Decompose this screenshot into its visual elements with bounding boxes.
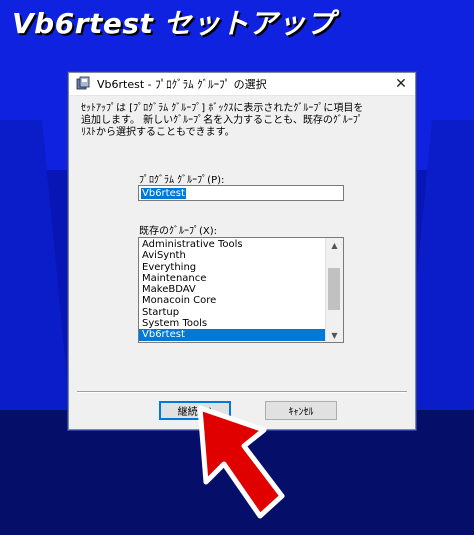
list-item[interactable]: System Tools [139,318,325,329]
program-group-input-value: Vb6rtest [141,187,186,199]
program-group-dialog: Vb6rtest - ﾌﾟﾛｸﾞﾗﾑ ｸﾞﾙｰﾌﾟ の選択 ✕ ｾｯﾄｱｯﾌﾟは… [68,72,416,430]
setup-screen-title: Vb6rtest セットアップ [12,7,335,40]
dialog-titlebar[interactable]: Vb6rtest - ﾌﾟﾛｸﾞﾗﾑ ｸﾞﾙｰﾌﾟ の選択 ✕ [69,73,415,96]
scroll-thumb[interactable] [328,268,340,310]
dialog-title: Vb6rtest - ﾌﾟﾛｸﾞﾗﾑ ｸﾞﾙｰﾌﾟ の選択 [97,78,267,91]
pointer-arrow-icon [197,405,285,519]
list-item[interactable]: Startup [139,307,325,318]
list-item[interactable]: AviSynth [139,250,325,261]
description-line-2: 追加します。 新しいｸﾞﾙｰﾌﾟ名を入力することも、既存のｸﾞﾙｰﾌﾟ [81,115,363,126]
list-item[interactable]: Everything [139,262,325,273]
list-item[interactable]: Maintenance [139,273,325,284]
dialog-description: ｾｯﾄｱｯﾌﾟは [ﾌﾟﾛｸﾞﾗﾑ ｸﾞﾙｰﾌﾟ] ﾎﾞｯｸｽに表示されたｸﾞﾙ… [81,103,403,139]
program-group-label: ﾌﾟﾛｸﾞﾗﾑ ｸﾞﾙｰﾌﾟ(P): [139,175,225,186]
existing-groups-label: 既存のｸﾞﾙｰﾌﾟ(X): [139,226,218,237]
dialog-separator [77,391,407,393]
list-item[interactable]: MakeBDAV [139,284,325,295]
description-line-3: ﾘｽﾄから選択することもできます。 [81,127,235,138]
list-item[interactable]: Vb6rtest [139,329,325,341]
description-line-1: ｾｯﾄｱｯﾌﾟは [ﾌﾟﾛｸﾞﾗﾑ ｸﾞﾙｰﾌﾟ] ﾎﾞｯｸｽに表示されたｸﾞﾙ… [81,103,364,114]
scroll-up-icon[interactable]: ▲ [326,238,343,252]
list-scrollbar[interactable]: ▲ ▼ [325,238,343,342]
existing-groups-list[interactable]: Administrative Tools AviSynth Everything… [138,237,344,343]
list-item[interactable]: Administrative Tools [139,239,325,250]
scroll-down-icon[interactable]: ▼ [326,328,343,342]
close-button[interactable]: ✕ [387,73,415,95]
program-group-input[interactable]: Vb6rtest [138,185,344,201]
close-icon: ✕ [395,76,407,92]
setup-app-icon [76,76,90,90]
list-item[interactable]: Monacoin Core [139,295,325,306]
